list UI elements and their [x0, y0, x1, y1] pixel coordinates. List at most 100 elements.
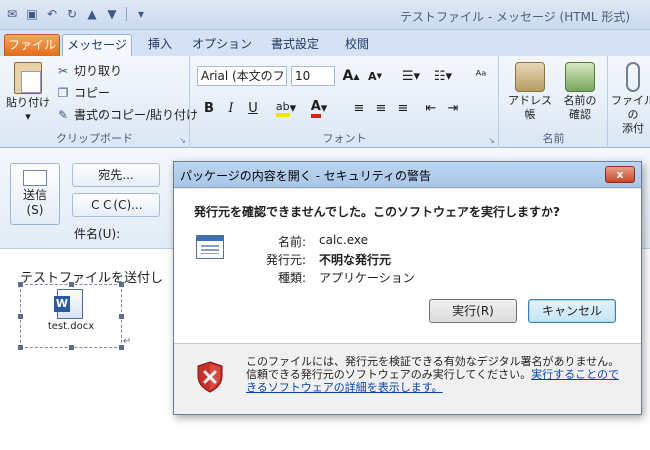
increase-indent-button[interactable]: ⇥ [443, 98, 463, 118]
names-group-label: 名前 [542, 132, 565, 145]
paste-icon [14, 62, 42, 94]
font-name-input[interactable]: Arial (本文のフ [197, 66, 287, 86]
resize-handle[interactable] [18, 282, 23, 287]
tab-review[interactable]: 校閲 [336, 34, 378, 56]
dialog-close-button[interactable]: x [605, 166, 635, 183]
address-book-label: アドレス帳 [508, 94, 552, 121]
paste-dropdown-icon: ▾ [25, 110, 31, 123]
copy-button[interactable]: ❐ コピー [56, 84, 110, 101]
clipboard-group-label: クリップボード [56, 132, 133, 145]
attach-file-label-1: ファイルの [611, 94, 650, 121]
address-book-icon [515, 62, 545, 92]
resize-handle[interactable] [18, 345, 23, 350]
security-warning-dialog: パッケージの内容を開く - セキュリティの警告 x 発行元を確認できませんでした… [173, 161, 642, 415]
brush-icon: ✎ [57, 107, 69, 122]
publisher-value: 不明な発行元 [319, 253, 392, 267]
bold-button[interactable]: B [199, 98, 219, 118]
format-painter-button[interactable]: ✎ 書式のコピー/貼り付け [56, 106, 198, 123]
format-painter-label: 書式のコピー/貼り付け [74, 108, 199, 122]
dialog-content: 発行元を確認できませんでした。このソフトウェアを実行しますか? 名前: calc… [174, 189, 641, 344]
cut-button[interactable]: ✂ 切り取り [56, 62, 122, 79]
check-names-label-2: 確認 [569, 108, 591, 121]
dialog-title-bar: パッケージの内容を開く - セキュリティの警告 x [174, 162, 641, 188]
check-names-label-1: 名前の [563, 94, 597, 107]
scissors-icon: ✂ [57, 63, 69, 78]
cut-label: 切り取り [74, 64, 123, 78]
paste-label: 貼り付け [6, 96, 50, 109]
check-names-button[interactable]: 名前の 確認 [558, 62, 602, 122]
paragraph-mark-icon: ↵ [123, 336, 132, 347]
undo-icon[interactable]: ↶ [44, 6, 60, 22]
align-center-button[interactable]: ≡ [371, 98, 391, 118]
grow-font-button[interactable]: A ▲ [341, 66, 361, 86]
save-icon[interactable]: ▣ [24, 6, 40, 22]
attachment-object[interactable]: test.docx [18, 282, 124, 350]
dialog-launcher-icon[interactable]: ↘ [179, 136, 186, 145]
resize-handle[interactable] [119, 314, 124, 319]
font-group-label: フォント [322, 132, 367, 145]
shield-error-icon [197, 361, 223, 393]
paperclip-icon [626, 62, 640, 92]
names-group: アドレス帳 名前の 確認 名前 [500, 56, 608, 148]
resize-handle[interactable] [69, 345, 74, 350]
quick-access-toolbar: ✉ ▣ ↶ ↻ ▲ ▼ ▾ [4, 6, 149, 22]
send-button[interactable]: 送信 (S) [10, 163, 60, 225]
resize-handle[interactable] [18, 314, 23, 319]
font-group: Arial (本文のフ 10 A ▲ A ▼ ☰▾ ☷▾ ᴬᵃ B I U ab ▾ … [191, 56, 499, 148]
font-color-button[interactable]: A ▾ [305, 98, 333, 118]
shrink-font-button[interactable]: A ▼ [365, 66, 385, 86]
dialog-title: パッケージの内容を開く - セキュリティの警告 [180, 169, 432, 183]
attach-group: ファイルの 添付 [609, 56, 650, 148]
resize-handle[interactable] [119, 282, 124, 287]
align-left-button[interactable]: ≡ [349, 98, 369, 118]
title-bar: ✉ ▣ ↶ ↻ ▲ ▼ ▾ テストファイル - メッセージ (HTML 形式) [0, 0, 650, 30]
cc-button[interactable]: ＣＣ(C)... [72, 193, 160, 217]
highlight-button[interactable]: ab ▾ [271, 98, 301, 118]
to-button[interactable]: 宛先... [72, 163, 160, 187]
check-names-icon [565, 62, 595, 92]
run-button[interactable]: 実行(R) [429, 299, 517, 323]
attach-file-label-2: 添付 [622, 122, 644, 135]
application-icon [196, 235, 224, 259]
tab-format[interactable]: 書式設定 [262, 34, 328, 56]
type-label: 種類: [277, 271, 306, 285]
type-value: アプリケーション [319, 271, 415, 285]
cancel-button[interactable]: キャンセル [528, 299, 616, 323]
name-label: 名前: [277, 235, 306, 249]
up-arrow-icon[interactable]: ▲ [84, 6, 100, 22]
copy-label: コピー [74, 86, 111, 100]
ribbon-tab-bar: ファイル メッセージ 挿入 オプション 書式設定 校閲 [0, 30, 650, 56]
customize-toolbar-icon[interactable]: ▾ [133, 6, 149, 22]
decrease-indent-button[interactable]: ⇤ [421, 98, 441, 118]
align-right-button[interactable]: ≡ [393, 98, 413, 118]
attachment-name: test.docx [47, 321, 95, 332]
resize-handle[interactable] [69, 282, 74, 287]
word-document-icon [54, 289, 83, 319]
redo-icon[interactable]: ↻ [64, 6, 80, 22]
dialog-question: 発行元を確認できませんでした。このソフトウェアを実行しますか? [194, 205, 561, 219]
envelope-icon [23, 170, 47, 186]
tab-options[interactable]: オプション [190, 34, 254, 56]
tab-file[interactable]: ファイル [4, 34, 60, 56]
attach-file-button[interactable]: ファイルの 添付 [609, 62, 650, 136]
dialog-launcher-icon[interactable]: ↘ [488, 136, 495, 145]
styles-icon[interactable]: ᴬᵃ [471, 66, 491, 86]
subject-label: 件名(U): [74, 227, 121, 241]
clipboard-group: 貼り付け ▾ ✂ 切り取り ❐ コピー ✎ 書式のコピー/貼り付け クリップボー… [0, 56, 198, 148]
publisher-label: 発行元: [265, 253, 306, 267]
address-book-button[interactable]: アドレス帳 [506, 62, 554, 122]
send-label-2: (S) [26, 203, 44, 217]
underline-button[interactable]: U [243, 98, 263, 118]
ribbon: 貼り付け ▾ ✂ 切り取り ❐ コピー ✎ 書式のコピー/貼り付け クリップボー… [0, 56, 650, 148]
name-value: calc.exe [319, 233, 368, 247]
down-arrow-icon[interactable]: ▼ [104, 6, 120, 22]
numbering-button[interactable]: ☷▾ [429, 66, 457, 86]
font-size-input[interactable]: 10 [291, 66, 335, 86]
toolbar-separator [126, 7, 127, 21]
tab-insert[interactable]: 挿入 [140, 34, 180, 56]
bullets-button[interactable]: ☰▾ [397, 66, 425, 86]
outlook-icon[interactable]: ✉ [4, 6, 20, 22]
tab-message[interactable]: メッセージ [62, 34, 132, 56]
paste-button[interactable]: 貼り付け ▾ [6, 62, 50, 124]
italic-button[interactable]: I [221, 98, 241, 118]
